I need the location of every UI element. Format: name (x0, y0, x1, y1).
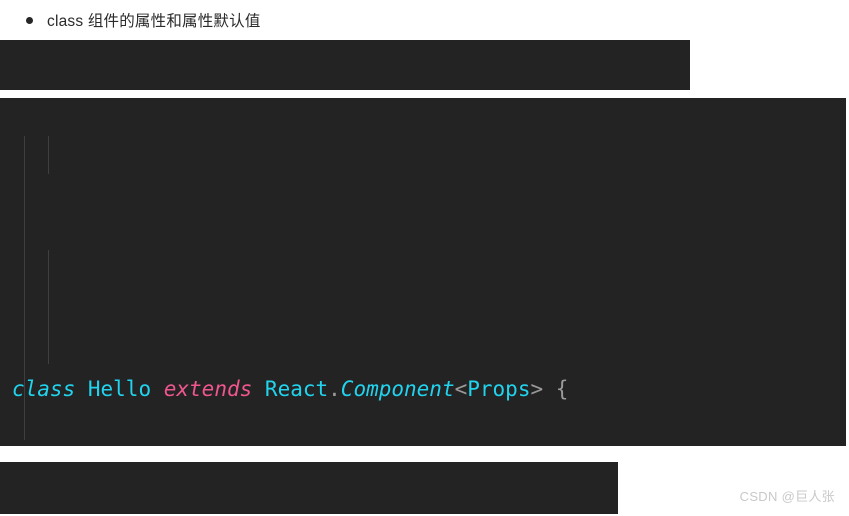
csdn-watermark: CSDN @巨人张 (739, 489, 835, 504)
token-keyword-class: class (12, 377, 76, 401)
token-react: React (264, 377, 329, 401)
heading-text: class 组件的属性和属性默认值 (47, 13, 261, 30)
code-line: class Hello extends React.Component<Prop… (12, 370, 846, 408)
token-dot: . (328, 377, 341, 401)
bullet-dot-icon (26, 16, 33, 24)
token-generic-props: Props (467, 377, 531, 401)
indent-guide (48, 136, 49, 174)
token-component: Component (340, 377, 455, 401)
token-keyword-extends: extends (163, 377, 253, 401)
token-class-name: Hello (87, 377, 152, 401)
bullet-heading: class 组件的属性和属性默认值 (0, 0, 849, 32)
token-brace-open: { (555, 377, 569, 401)
code-block-type-props: type Props = { name: string; age?: numbe… (0, 40, 690, 90)
token-angle-open: < (454, 377, 468, 401)
token-angle-close: > (530, 377, 544, 401)
code-block-const-destructure: const { name, age = 18 } = this.props (0, 462, 618, 514)
indent-guide (48, 250, 49, 364)
code-block-class-hello: class Hello extends React.Component<Prop… (0, 98, 846, 446)
